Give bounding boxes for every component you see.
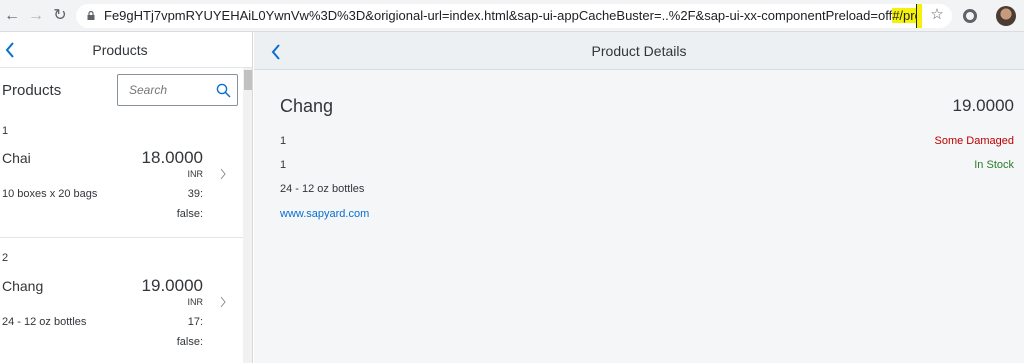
item-name: Chang <box>2 278 44 294</box>
item-description: 24 - 12 oz bottles <box>2 316 87 328</box>
profile-avatar[interactable] <box>996 6 1016 26</box>
text-cursor <box>916 4 922 28</box>
object-number: 19.0000 <box>952 96 1014 115</box>
lock-icon <box>87 11 95 20</box>
item-attribute: false: <box>176 208 203 220</box>
list-item-chang[interactable]: Chang 19.0000 INR 24 - 12 oz bottles 17:… <box>0 264 243 363</box>
item-attribute: false: <box>176 336 203 348</box>
detail-header: Product Details <box>254 32 1024 70</box>
item-price: 18.0000 <box>141 148 203 167</box>
detail-title: Product Details <box>591 43 687 59</box>
back-chevron-icon[interactable] <box>270 42 282 62</box>
item-attribute: 17: <box>187 316 203 328</box>
forward-arrow-icon[interactable]: → <box>26 6 46 26</box>
item-attribute: 39: <box>187 188 203 200</box>
website-link[interactable]: www.sapyard.com <box>280 208 369 220</box>
group-header: 2 <box>2 252 9 264</box>
status-damaged: Some Damaged <box>934 135 1015 147</box>
object-title: Chang <box>280 96 334 116</box>
address-bar[interactable]: Fe9gHTj7vpmRYUYEHAiL0YwnVw%3D%3D&origion… <box>76 4 952 28</box>
item-unit: INR <box>187 297 204 307</box>
reload-icon[interactable]: ↻ <box>50 6 70 26</box>
chevron-right-icon <box>220 168 226 180</box>
browser-toolbar: ← → ↻ Fe9gHTj7vpmRYUYEHAiL0YwnVw%3D%3D&o… <box>0 0 1024 32</box>
master-header: Products <box>0 32 252 68</box>
list-toolbar: Products Search <box>0 68 243 116</box>
bookmark-star-icon[interactable]: ☆ <box>927 5 947 25</box>
extension-icon[interactable] <box>963 9 977 23</box>
item-description: 10 boxes x 20 bags <box>2 188 98 200</box>
url-main: Fe9gHTj7vpmRYUYEHAiL0YwnVw%3D%3D&origion… <box>104 8 893 23</box>
list-separator <box>0 237 243 238</box>
search-input[interactable]: Search <box>117 74 238 106</box>
master-title: Products <box>92 42 148 58</box>
list-title: Products <box>2 82 62 99</box>
object-attribute: 24 - 12 oz bottles <box>280 183 365 195</box>
scrollbar-thumb[interactable] <box>244 70 252 90</box>
item-price: 19.0000 <box>141 276 203 295</box>
list-item-chai[interactable]: Chai 18.0000 INR 10 boxes x 20 bags 39: … <box>0 136 243 236</box>
chevron-right-icon <box>220 296 226 308</box>
search-placeholder: Search <box>129 83 168 97</box>
object-attribute: 1 <box>280 159 287 171</box>
item-name: Chai <box>2 150 31 166</box>
search-icon[interactable] <box>216 83 231 98</box>
item-unit: INR <box>187 169 204 179</box>
url-text: Fe9gHTj7vpmRYUYEHAiL0YwnVw%3D%3D&origion… <box>104 4 920 28</box>
status-in-stock: In Stock <box>974 159 1014 171</box>
master-pane: Products Products Search 1 Chai 18.0000 … <box>0 32 253 363</box>
back-arrow-icon[interactable]: ← <box>2 6 22 26</box>
detail-pane: Product Details Chang 19.0000 1 1 24 - 1… <box>254 32 1024 363</box>
object-attribute: 1 <box>280 135 287 147</box>
list-scrollbar[interactable] <box>243 68 252 363</box>
